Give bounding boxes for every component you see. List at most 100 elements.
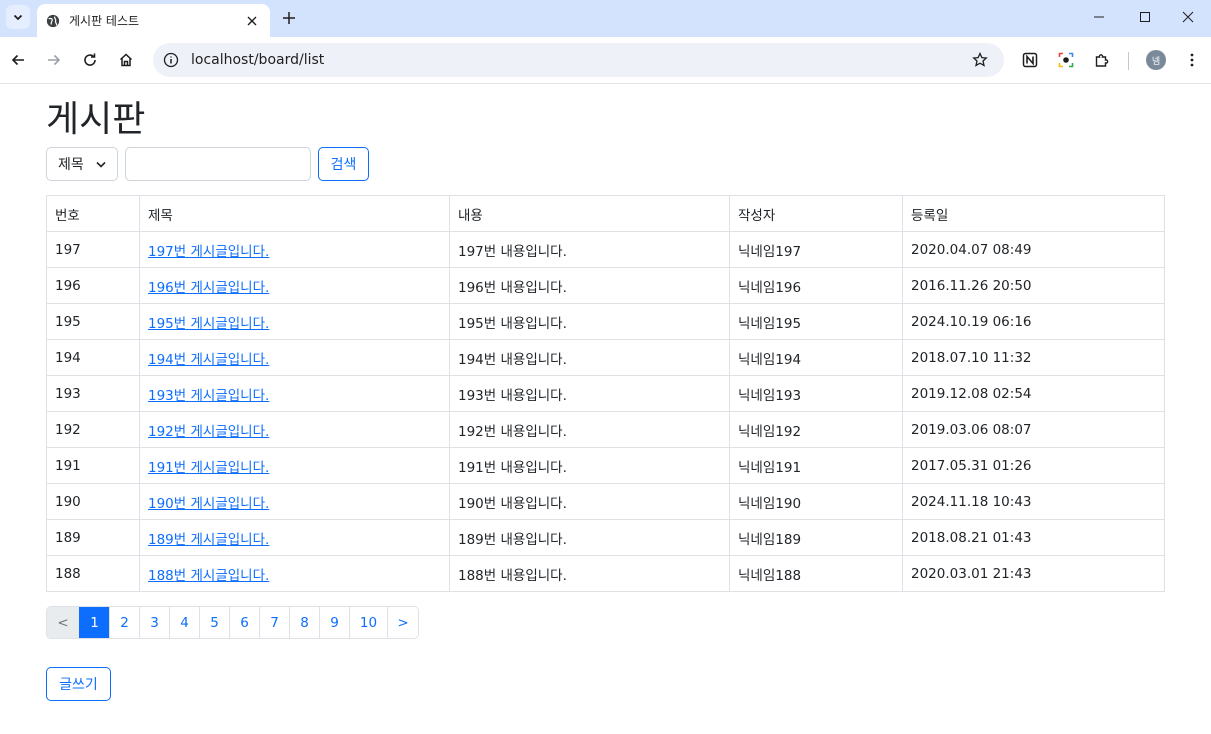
table-row: 192 192번 게시글입니다. 192번 내용입니다. 닉네임192 2019.03.… <box>46 411 1165 448</box>
board-page: 게시판 제목 검색 번호 제목 내용 작성자 등록일 1 97 197번 게시글입니… <box>0 84 1211 734</box>
capture-icon <box>1058 52 1074 68</box>
column-header-number: 번호 <box>46 195 140 232</box>
reload-button[interactable] <box>78 48 102 72</box>
cell-number: 194 <box>46 339 140 376</box>
tab-search-button[interactable] <box>6 5 30 29</box>
close-icon <box>247 16 257 25</box>
table-row: 193 193번 게시글입니다. 193번 내용입니다. 닉네임193 2019.12.… <box>46 375 1165 412</box>
cell-author: 닉네임188 <box>729 555 903 592</box>
new-tab-button[interactable] <box>278 7 300 29</box>
cell-author: 닉네임192 <box>729 411 903 448</box>
pagination: <1 2 3 4 5 6 7 8 9 10 > <box>46 606 419 639</box>
globe-icon <box>46 14 60 27</box>
pagination-page-2[interactable]: 2 <box>109 607 139 638</box>
cell-title: 191번 게시글입니다. <box>139 447 450 484</box>
pagination-prev[interactable]: < <box>47 607 79 638</box>
column-header-content: 내용 <box>449 195 730 232</box>
close-icon <box>1182 11 1194 23</box>
table-header-row: 번호 제목 내용 작성자 등록일 <box>46 195 1165 232</box>
puzzle-icon <box>1095 54 1109 67</box>
pagination-next[interactable]: > <box>387 607 418 638</box>
table-row: 189 189번 게시글입니다. 189번 내용입니다. 닉네임189 2018.08.… <box>46 519 1165 556</box>
write-post-button[interactable]: 글쓰기 <box>46 667 111 701</box>
table-row: 190 190번 게시글입니다. 190번 내용입니다. 닉네임190 2024.11.… <box>46 483 1165 520</box>
post-title-link[interactable]: 197번 게시글입니다. <box>148 244 269 260</box>
address-bar[interactable]: localhost/board/list <box>153 43 1004 77</box>
pagination-page-9[interactable]: 9 <box>319 607 349 638</box>
post-title-link[interactable]: 193번 게시글입니다. <box>148 388 269 404</box>
post-title-link[interactable]: 190번 게시글입니다. <box>148 496 269 512</box>
cell-date: 2016.11.26 20:50 <box>902 267 1165 304</box>
screen-capture-extension-button[interactable] <box>1054 48 1078 72</box>
cell-number: 188 <box>46 555 140 592</box>
cell-author: 닉네임193 <box>729 375 903 412</box>
site-info-icon[interactable] <box>163 52 179 68</box>
chevron-down-icon <box>13 14 23 21</box>
browser-tabstrip: 게시판 테스트 <box>0 0 1211 37</box>
cell-content: 188번 내용입니다. <box>449 555 730 592</box>
minimize-icon <box>1094 16 1104 18</box>
pagination-page-1[interactable]: 1 <box>79 607 109 638</box>
post-title-link[interactable]: 189번 게시글입니다. <box>148 532 269 548</box>
maximize-button[interactable] <box>1122 0 1168 34</box>
extensions-button[interactable] <box>1090 48 1114 72</box>
post-title-link[interactable]: 191번 게시글입니다. <box>148 460 269 476</box>
cell-number: 195 <box>46 303 140 340</box>
cell-content: 190번 내용입니다. <box>449 483 730 520</box>
back-button[interactable] <box>6 48 30 72</box>
browser-menu-button[interactable] <box>1180 48 1204 72</box>
tab-close-button[interactable] <box>242 11 262 31</box>
cell-date: 2024.10.19 06:16 <box>902 303 1165 340</box>
cell-author: 닉네임189 <box>729 519 903 556</box>
cell-title: 193번 게시글입니다. <box>139 375 450 412</box>
pagination-page-3[interactable]: 3 <box>139 607 169 638</box>
pagination-page-5[interactable]: 5 <box>199 607 229 638</box>
column-header-title: 제목 <box>139 195 450 232</box>
cell-date: 2019.03.06 08:07 <box>902 411 1165 448</box>
bookmark-star-icon[interactable] <box>968 48 992 72</box>
cell-content: 197번 내용입니다. <box>449 231 730 268</box>
post-title-link[interactable]: 196번 게시글입니다. <box>148 280 269 296</box>
home-icon <box>119 53 133 67</box>
home-button[interactable] <box>114 48 138 72</box>
cell-author: 닉네임195 <box>729 303 903 340</box>
table-row: 195 195번 게시글입니다. 195번 내용입니다. 닉네임195 2024.10.… <box>46 303 1165 340</box>
table-body: 197 197번 게시글입니다. 197번 내용입니다. 닉네임197 2020.04.… <box>46 231 1165 592</box>
post-title-link[interactable]: 195번 게시글입니다. <box>148 316 269 332</box>
cell-title: 192번 게시글입니다. <box>139 411 450 448</box>
plus-icon <box>283 12 295 24</box>
pagination-page-7[interactable]: 7 <box>259 607 289 638</box>
minimize-button[interactable] <box>1076 0 1122 34</box>
pagination-page-4[interactable]: 4 <box>169 607 199 638</box>
cell-content: 192번 내용입니다. <box>449 411 730 448</box>
forward-button[interactable] <box>42 48 66 72</box>
arrow-right-icon <box>48 54 61 66</box>
post-title-link[interactable]: 192번 게시글입니다. <box>148 424 269 440</box>
search-button[interactable]: 검색 <box>318 147 369 181</box>
close-window-button[interactable] <box>1165 0 1211 34</box>
cell-title: 190번 게시글입니다. <box>139 483 450 520</box>
browser-tab[interactable]: 게시판 테스트 <box>37 4 270 37</box>
column-header-author: 작성자 <box>729 195 903 232</box>
search-field-select[interactable]: 제목 <box>46 147 118 181</box>
pagination-page-10[interactable]: 10 <box>349 607 387 638</box>
post-title-link[interactable]: 194번 게시글입니다. <box>148 352 269 368</box>
notion-extension-button[interactable] <box>1018 48 1042 72</box>
table-row: 197 197번 게시글입니다. 197번 내용입니다. 닉네임197 2020.04.… <box>46 231 1165 268</box>
cell-date: 2018.08.21 01:43 <box>902 519 1165 556</box>
search-input[interactable] <box>125 147 311 181</box>
cell-content: 196번 내용입니다. <box>449 267 730 304</box>
cell-title: 189번 게시글입니다. <box>139 519 450 556</box>
pagination-page-8[interactable]: 8 <box>289 607 319 638</box>
pagination-page-6[interactable]: 6 <box>229 607 259 638</box>
page-title: 게시판 <box>46 99 146 140</box>
cell-content: 191번 내용입니다. <box>449 447 730 484</box>
cell-content: 189번 내용입니다. <box>449 519 730 556</box>
cell-author: 닉네임190 <box>729 483 903 520</box>
cell-content: 193번 내용입니다. <box>449 375 730 412</box>
post-title-link[interactable]: 188번 게시글입니다. <box>148 568 269 584</box>
url-text[interactable]: localhost/board/list <box>191 52 968 68</box>
table-row: 188 188번 게시글입니다. 188번 내용입니다. 닉네임188 2020.03.… <box>46 555 1165 592</box>
profile-avatar[interactable]: 넴 <box>1146 50 1166 70</box>
cell-date: 2020.03.01 21:43 <box>902 555 1165 592</box>
